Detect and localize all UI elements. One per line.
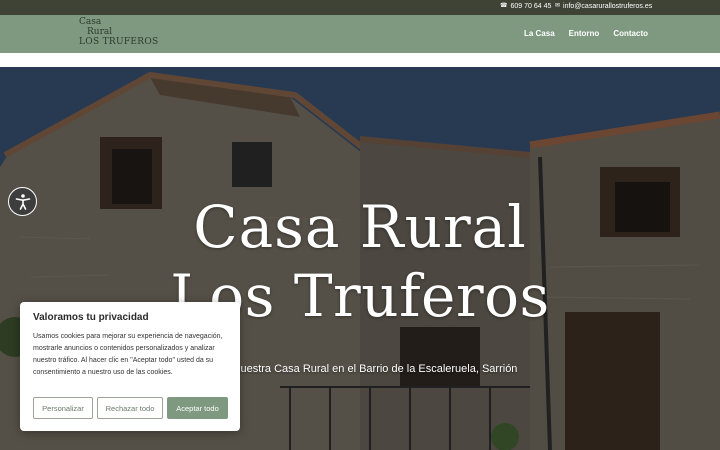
email-address: info@casarurallostruferos.es: [563, 3, 653, 10]
nav-item-la-casa[interactable]: La Casa: [524, 29, 555, 38]
header-spacer: [0, 53, 720, 67]
phone-icon: ☎: [500, 3, 508, 9]
logo-line-3: LOS TRUFEROS: [79, 37, 159, 47]
nav-item-contacto[interactable]: Contacto: [613, 29, 648, 38]
site-header: Casa Rural LOS TRUFEROS La Casa Entorno …: [0, 15, 720, 53]
phone-link[interactable]: ☎ 609 70 64 45: [500, 3, 551, 10]
envelope-icon: ✉: [555, 3, 561, 9]
cookie-text: Usamos cookies para mejorar su experienc…: [33, 333, 223, 376]
customize-button[interactable]: Personalizar: [33, 397, 93, 419]
logo-line-2: Rural: [87, 27, 113, 37]
cookie-consent-dialog: Valoramos tu privacidad Usamos cookies p…: [20, 302, 240, 431]
top-contact-bar: ☎ 609 70 64 45 ✉ info@casarurallostrufer…: [0, 0, 720, 15]
accessibility-button[interactable]: [8, 187, 37, 216]
logo-line-1: Casa: [79, 17, 102, 27]
site-logo[interactable]: Casa Rural LOS TRUFEROS: [79, 17, 158, 47]
email-link[interactable]: ✉ info@casarurallostruferos.es: [555, 3, 652, 10]
nav-item-entorno[interactable]: Entorno: [569, 29, 600, 38]
cookie-buttons: Personalizar Rechazar todo Aceptar todo: [33, 397, 228, 419]
reject-all-button[interactable]: Rechazar todo: [97, 397, 163, 419]
cookie-title: Valoramos tu privacidad: [33, 312, 149, 323]
accessibility-icon: [15, 193, 30, 210]
accept-all-button[interactable]: Aceptar todo: [167, 397, 228, 419]
page: ☎ 609 70 64 45 ✉ info@casarurallostrufer…: [0, 0, 720, 450]
phone-number: 609 70 64 45: [510, 3, 552, 10]
main-nav: La Casa Entorno Contacto: [524, 29, 648, 38]
hero-title-line-1: Casa Rural: [193, 193, 527, 261]
